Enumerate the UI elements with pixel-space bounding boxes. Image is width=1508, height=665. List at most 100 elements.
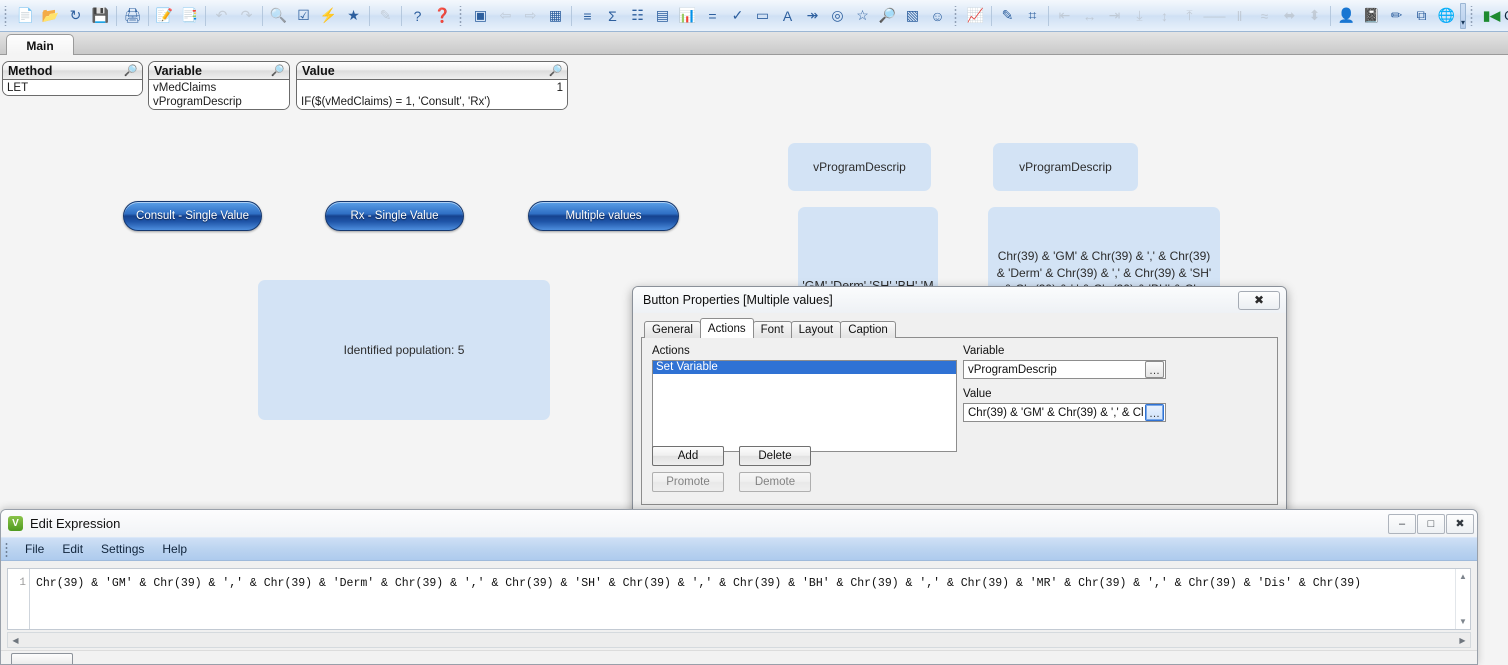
help-icon[interactable]: ? xyxy=(405,4,430,28)
dialog-close-button[interactable]: ✖ xyxy=(1238,290,1280,310)
scroll-left-icon[interactable]: ◀ xyxy=(8,636,23,645)
expression-ok-button[interactable] xyxy=(11,653,73,664)
clear-button[interactable]: ▮◀ Clear ▼ xyxy=(1479,4,1508,28)
text-object-variable-label-left[interactable]: vProgramDescrip xyxy=(788,143,931,191)
search-object-icon[interactable]: 🔎 xyxy=(875,4,900,28)
tab-general[interactable]: General xyxy=(644,321,701,338)
print-icon[interactable]: 🖨 xyxy=(120,4,145,28)
document-properties-icon[interactable]: 📓 xyxy=(1359,4,1384,28)
delete-action-button[interactable]: Delete xyxy=(739,446,811,466)
promote-action-button[interactable]: Promote xyxy=(652,472,724,492)
tab-caption[interactable]: Caption xyxy=(840,321,896,338)
listbox-variable[interactable]: Variable 🔍 vMedClaims vProgramDescrip xyxy=(148,61,290,110)
value-browse-button[interactable]: … xyxy=(1145,404,1164,421)
tab-layout[interactable]: Layout xyxy=(790,321,842,338)
slider-calendar-icon[interactable]: ◎ xyxy=(825,4,850,28)
search-icon[interactable]: 🔍 xyxy=(271,64,285,77)
list-item[interactable]: LET xyxy=(3,81,142,95)
scroll-right-icon[interactable]: ▶ xyxy=(1455,636,1470,645)
button-consult-single-value[interactable]: Consult - Single Value xyxy=(123,201,262,231)
multi-box-icon[interactable]: ☷ xyxy=(625,4,650,28)
bookmark-icon[interactable]: ★ xyxy=(341,4,366,28)
edit-script-icon[interactable]: 📝 xyxy=(152,4,177,28)
open-document-icon[interactable]: 📂 xyxy=(38,4,63,28)
value-input[interactable]: Chr(39) & 'GM' & Chr(39) & ',' & Cl … xyxy=(963,403,1166,422)
search-icon[interactable]: 🔍 xyxy=(549,64,563,77)
table-box-icon[interactable]: ▤ xyxy=(650,4,675,28)
publish-icon[interactable]: 🌐 xyxy=(1434,4,1459,28)
menu-help[interactable]: Help xyxy=(153,539,196,559)
sheet-properties-icon[interactable]: ▦ xyxy=(543,4,568,28)
actions-list[interactable]: Set Variable xyxy=(652,360,957,452)
toolbar-group-design: ▣ ⇦ ⇨ ▦ ≡ Σ ☷ ▤ 📊 = ✓ ▭ A ↠ ◎ ☆ 🔎 ▧ ☺ xyxy=(455,2,950,30)
user-preferences-icon[interactable]: 👤 xyxy=(1334,4,1359,28)
expression-vertical-scrollbar[interactable]: ▲ ▼ xyxy=(1455,569,1470,629)
minimize-button[interactable]: – xyxy=(1388,513,1416,534)
list-box-icon[interactable]: ≡ xyxy=(575,4,600,28)
close-button[interactable]: ✖ xyxy=(1446,513,1474,534)
variable-browse-button[interactable]: … xyxy=(1145,361,1164,378)
current-selections-icon[interactable]: ☑ xyxy=(291,4,316,28)
maximize-button[interactable]: □ xyxy=(1417,513,1445,534)
actions-tab-panel: Actions Set Variable Variable vProgramDe… xyxy=(641,337,1278,505)
menu-settings[interactable]: Settings xyxy=(92,539,153,559)
list-item[interactable]: 1 xyxy=(297,81,567,95)
toolbar-grip[interactable] xyxy=(3,5,10,26)
toolbar-grip[interactable] xyxy=(1469,5,1477,26)
table-viewer-icon[interactable]: 📑 xyxy=(177,4,202,28)
align-top-icon: ⤒ xyxy=(1186,7,1193,23)
snap-to-grid-icon[interactable]: ⌗ xyxy=(1020,4,1045,28)
sheet-properties2-icon[interactable]: ✏ xyxy=(1384,4,1409,28)
tab-font[interactable]: Font xyxy=(752,321,792,338)
add-action-button[interactable]: Add xyxy=(652,446,724,466)
list-item[interactable]: vProgramDescrip xyxy=(149,95,289,109)
text-object-identified-population[interactable]: Identified population: 5 xyxy=(258,280,550,420)
demote-action-button[interactable]: Demote xyxy=(739,472,811,492)
current-selections-box-icon[interactable]: ✓ xyxy=(725,4,750,28)
expression-text[interactable]: Chr(39) & 'GM' & Chr(39) & ',' & Chr(39)… xyxy=(30,569,1455,629)
text-object-variable-label-right[interactable]: vProgramDescrip xyxy=(993,143,1138,191)
listbox-caption: Variable 🔍 xyxy=(149,62,289,80)
expression-title-bar[interactable]: V Edit Expression – □ ✖ xyxy=(1,510,1477,537)
new-sheet-icon[interactable]: ▣ xyxy=(468,4,493,28)
expression-horizontal-scrollbar[interactable]: ◀ ▶ xyxy=(7,632,1471,648)
quick-chart-icon[interactable]: ⚡ xyxy=(316,4,341,28)
chart-icon[interactable]: 📊 xyxy=(675,4,700,28)
toolbar-grip[interactable] xyxy=(458,5,465,26)
custom-object-icon[interactable]: ☺ xyxy=(925,4,950,28)
sheet-tab-main[interactable]: Main xyxy=(6,34,74,56)
bookmark-object-icon[interactable]: ☆ xyxy=(850,4,875,28)
input-box-icon[interactable]: = xyxy=(700,4,725,28)
dialog-title-bar[interactable]: Button Properties [Multiple values] ✖ xyxy=(633,287,1286,313)
listbox-value[interactable]: Value 🔍 1 IF($(vMedClaims) = 1, 'Consult… xyxy=(296,61,568,110)
scroll-down-icon[interactable]: ▼ xyxy=(1459,617,1467,626)
button-multiple-values[interactable]: Multiple values xyxy=(528,201,679,231)
search-icon[interactable]: 🔍 xyxy=(124,64,138,77)
text-object-icon[interactable]: A xyxy=(775,4,800,28)
menu-file[interactable]: File xyxy=(16,539,53,559)
reload-icon[interactable]: ↻ xyxy=(63,4,88,28)
variable-input[interactable]: vProgramDescrip … xyxy=(963,360,1166,379)
expression-overview-icon[interactable]: ⧉ xyxy=(1409,4,1434,28)
scroll-up-icon[interactable]: ▲ xyxy=(1459,572,1467,581)
list-item[interactable]: IF($(vMedClaims) = 1, 'Consult', 'Rx') xyxy=(297,95,567,109)
menu-edit[interactable]: Edit xyxy=(53,539,92,559)
listbox-method[interactable]: Method 🔍 LET xyxy=(2,61,143,96)
button-rx-single-value[interactable]: Rx - Single Value xyxy=(325,201,464,231)
menu-grip[interactable] xyxy=(5,541,11,557)
design-grid-icon[interactable]: 📈 xyxy=(963,4,988,28)
new-document-icon[interactable]: 📄 xyxy=(13,4,38,28)
list-item-set-variable[interactable]: Set Variable xyxy=(653,361,956,374)
container-object-icon[interactable]: ▧ xyxy=(900,4,925,28)
button-icon[interactable]: ▭ xyxy=(750,4,775,28)
text-object-value-left[interactable]: 'GM','Derm','SH','BH','M xyxy=(798,207,938,297)
expression-editor[interactable]: 1 Chr(39) & 'GM' & Chr(39) & ',' & Chr(3… xyxy=(7,568,1471,630)
statistics-box-icon[interactable]: Σ xyxy=(600,4,625,28)
list-item[interactable]: vMedClaims xyxy=(149,81,289,95)
line-arrow-object-icon[interactable]: ↠ xyxy=(800,4,825,28)
format-painter-icon[interactable]: ✎ xyxy=(995,4,1020,28)
tab-actions[interactable]: Actions xyxy=(699,318,754,338)
context-help-icon[interactable]: ❓ xyxy=(430,4,455,28)
toolbar-grip[interactable] xyxy=(953,5,960,26)
save-icon[interactable]: 💾 xyxy=(88,4,113,28)
